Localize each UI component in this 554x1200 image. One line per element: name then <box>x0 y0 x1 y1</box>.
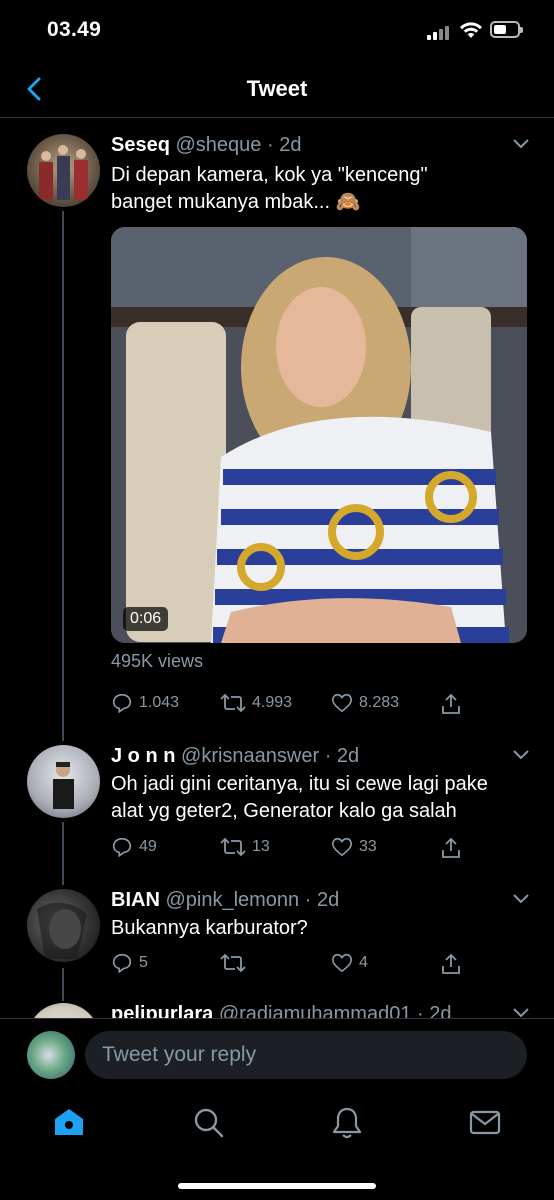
chevron-down-icon[interactable] <box>512 749 530 761</box>
avatar[interactable] <box>27 1031 75 1079</box>
reply-button[interactable]: 49 <box>111 836 157 858</box>
reply-button[interactable]: 5 <box>111 952 148 974</box>
author-name[interactable]: Seseq <box>111 134 170 156</box>
tweet-time: 2d <box>279 134 302 156</box>
video-thumbnail[interactable]: 0:06 <box>111 227 527 643</box>
like-button[interactable]: 4 <box>331 952 368 974</box>
reply-divider <box>0 1018 554 1019</box>
reply-placeholder: Tweet your reply <box>102 1043 257 1066</box>
reply-author[interactable]: J o n n @krisnaanswer · 2d <box>111 745 359 768</box>
view-count: 495K views <box>111 651 204 671</box>
video-duration: 0:06 <box>123 607 169 631</box>
avatar[interactable] <box>27 889 100 962</box>
reply-actions: 49 13 33 <box>111 836 471 862</box>
tweet-author[interactable]: Seseq @sheque · 2d <box>111 134 301 157</box>
home-indicator <box>178 1183 376 1189</box>
thread-line <box>62 822 64 885</box>
retweet-icon <box>220 953 246 973</box>
retweet-icon <box>220 693 246 713</box>
reply-icon <box>112 693 132 714</box>
reply-text: Bukannya karburator? <box>111 917 308 939</box>
reply-author[interactable]: BIAN @pink_lemonn · 2d <box>111 889 339 912</box>
share-icon <box>442 953 460 974</box>
share-button[interactable] <box>440 692 468 716</box>
wifi-icon <box>460 22 482 38</box>
avatar[interactable] <box>27 745 100 818</box>
share-icon <box>442 693 460 714</box>
reply-icon <box>112 953 132 974</box>
heart-icon <box>332 837 352 857</box>
page-title: Tweet <box>246 76 308 101</box>
header-divider <box>0 117 554 118</box>
search-icon[interactable] <box>190 1104 226 1140</box>
thread-line <box>62 211 64 741</box>
home-icon[interactable] <box>51 1104 87 1140</box>
avatar[interactable] <box>27 134 100 207</box>
reply-text: Oh jadi gini ceritanya, itu si cewe lagi… <box>111 773 488 822</box>
share-button[interactable] <box>440 952 468 976</box>
like-button[interactable]: 33 <box>331 836 377 858</box>
messages-icon[interactable] <box>467 1104 503 1140</box>
retweet-button[interactable]: 13 <box>220 836 270 858</box>
notifications-icon[interactable] <box>329 1104 365 1140</box>
battery-icon <box>490 21 523 38</box>
chevron-down-icon[interactable] <box>512 138 530 150</box>
heart-icon <box>332 693 352 713</box>
reply-icon <box>112 837 132 858</box>
retweet-button[interactable] <box>220 952 252 974</box>
author-handle[interactable]: @sheque <box>176 134 262 156</box>
like-button[interactable]: 8.283 <box>331 692 399 714</box>
chevron-down-icon[interactable] <box>512 893 530 905</box>
tweet-actions: 1.043 4.993 8.283 <box>111 692 471 718</box>
thread-line <box>62 968 64 1001</box>
retweet-icon <box>220 837 246 857</box>
signal-icon <box>427 24 453 40</box>
share-button[interactable] <box>440 836 468 860</box>
heart-icon <box>332 953 352 973</box>
reply-actions: 5 4 <box>111 952 471 978</box>
status-time: 03.49 <box>47 18 102 41</box>
reply-button[interactable]: 1.043 <box>111 692 179 714</box>
tweet-text: Di depan kamera, kok ya "kenceng" banget… <box>111 164 428 213</box>
retweet-button[interactable]: 4.993 <box>220 692 292 714</box>
share-icon <box>442 837 460 858</box>
